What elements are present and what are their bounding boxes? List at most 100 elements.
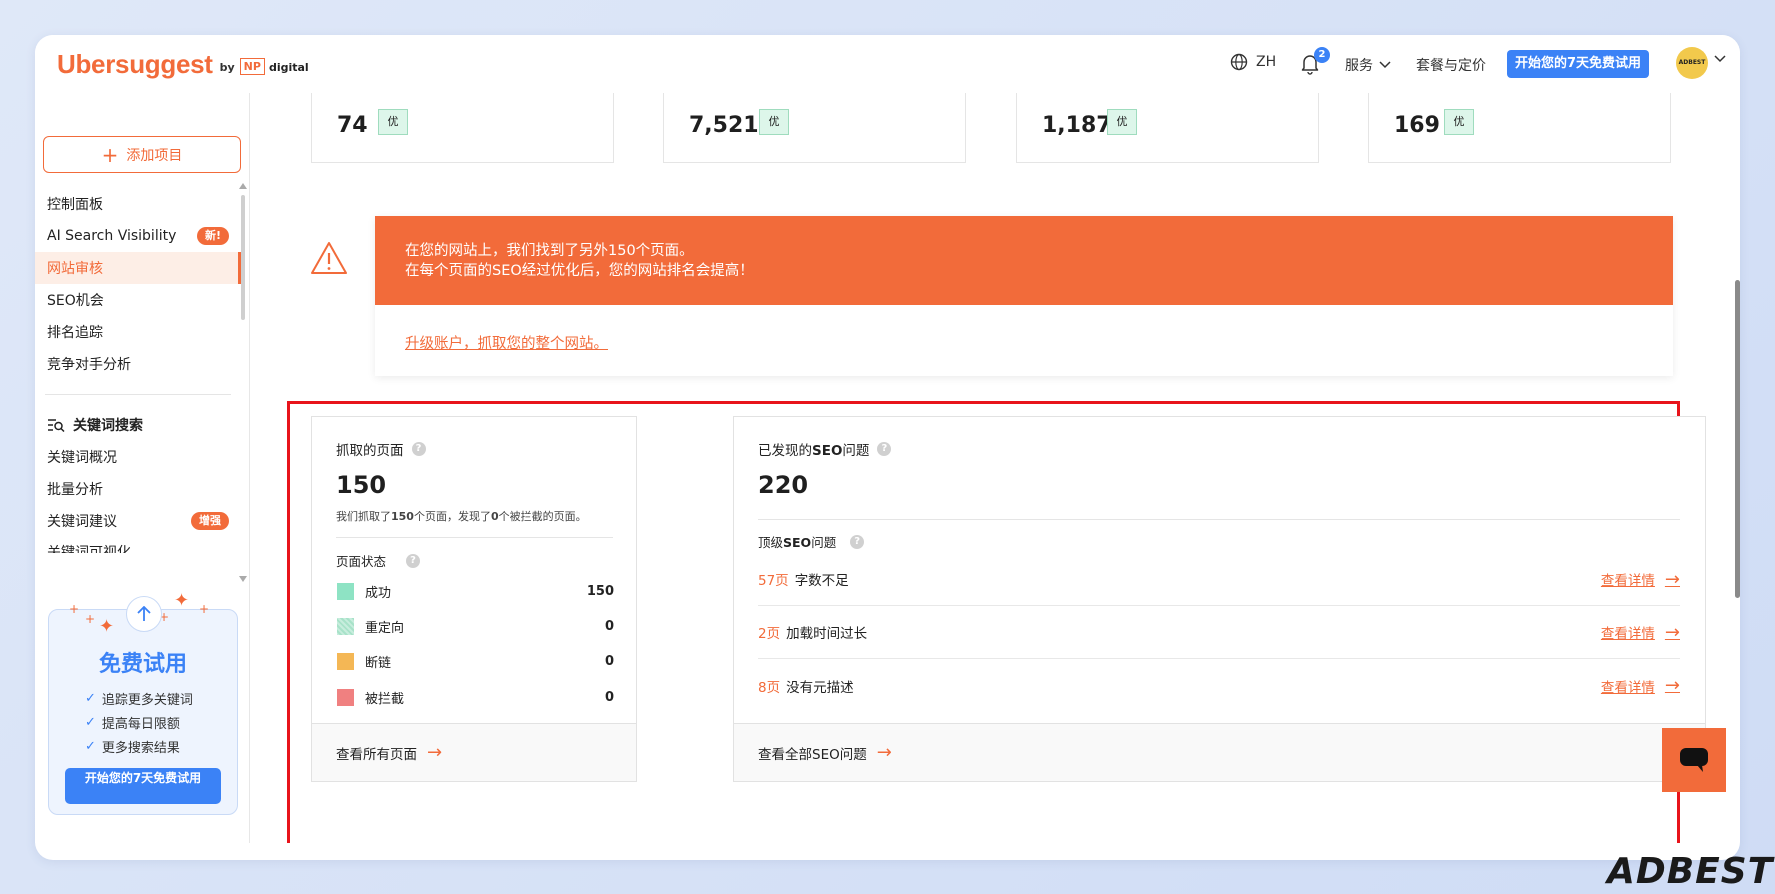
issue-count: 8页 xyxy=(758,679,781,696)
issue-row: 57页 字数不足 查看详情 → xyxy=(758,553,1680,606)
sidebar-item-keyword-visualization[interactable]: 关键词可视化 xyxy=(35,537,241,553)
link-label: 查看详情 xyxy=(1600,626,1655,642)
crawled-pages-card: 抓取的页面 ? 150 我们抓取了150个页面，发现了0个被拦截的页面。 页面状… xyxy=(311,416,637,782)
ubersuggest-logo[interactable]: Ubersuggest by NP digital xyxy=(57,49,309,80)
status-title-label: 页面状态 xyxy=(336,554,387,569)
view-details-link[interactable]: 查看详情 → xyxy=(1601,675,1680,696)
sidebar-item-label: 关键词概况 xyxy=(47,450,117,466)
view-all-seo-issues-link[interactable]: 查看全部SEO问题 → xyxy=(734,723,1705,781)
status-title: 页面状态 ? xyxy=(336,551,421,570)
logo-np: NP xyxy=(239,58,265,75)
top-issues-title: 顶级SEO问题 ? xyxy=(758,532,865,551)
scroll-down-arrow-icon[interactable] xyxy=(239,576,247,582)
sidebar-item-label: 排名追踪 xyxy=(47,325,103,341)
sidebar-section-keyword-research[interactable]: 关键词搜索 xyxy=(35,409,241,441)
issues-value: 220 xyxy=(758,471,809,499)
status-row-success: 成功 150 xyxy=(337,576,614,606)
desc-text: 个被拦截的页面。 xyxy=(498,510,587,523)
sidebar-item-dashboard[interactable]: 控制面板 xyxy=(35,188,241,220)
good-tag: 优 xyxy=(1444,109,1474,135)
free-trial-card: + ✦ + ✦ + + 免费试用 ✓ 追踪更多关键词 ✓ 提高每日限额 ✓ 更多搜索结… xyxy=(48,590,238,815)
keyword-search-icon xyxy=(48,419,65,432)
arrow-right-icon: → xyxy=(876,742,892,763)
start-trial-button[interactable]: 开始您的7天免费试用 xyxy=(1507,50,1650,78)
title-text: 问题 xyxy=(811,535,837,550)
notification-badge: 2 xyxy=(1314,47,1330,63)
crawled-description: 我们抓取了150个页面，发现了0个被拦截的页面。 xyxy=(336,508,587,524)
sidebar-item-site-audit[interactable]: 网站审核 xyxy=(35,252,241,284)
card-title: 抓取的页面 ? xyxy=(336,439,426,459)
view-details-link[interactable]: 查看详情 → xyxy=(1601,622,1680,643)
logo-digital: digital xyxy=(268,60,309,74)
sidebar: + 添加项目 控制面板 AI Search Visibility 新! 网站审核… xyxy=(35,93,250,843)
sidebar-item-bulk-analysis[interactable]: 批量分析 xyxy=(35,473,241,505)
feature-item: ✓ 追踪更多关键词 xyxy=(85,686,193,710)
alert-banner: 在您的网站上，我们找到了另外150个页面。 在每个页面的SEO经过优化后，您的网… xyxy=(375,216,1673,305)
status-label: 被拦截 xyxy=(365,691,405,707)
issue-count: 2页 xyxy=(758,626,781,642)
help-icon[interactable]: ? xyxy=(877,442,892,456)
link-label: 查看详情 xyxy=(1600,679,1655,696)
warning-icon xyxy=(311,242,347,274)
status-row-broken: 断链 0 xyxy=(337,646,614,676)
status-label: 成功 xyxy=(365,585,392,601)
good-tag: 优 xyxy=(378,109,408,135)
sidebar-item-competitor-analysis[interactable]: 竞争对手分析 xyxy=(35,348,241,380)
enhanced-badge: 增强 xyxy=(191,512,229,530)
title-bold: SEO xyxy=(812,443,843,459)
plus-icon: + xyxy=(101,142,119,167)
logo-by: by xyxy=(219,61,235,74)
stat-value: 7,521 xyxy=(689,113,759,138)
sidebar-item-seo-opportunities[interactable]: SEO机会 xyxy=(35,284,241,316)
status-count: 0 xyxy=(604,618,614,634)
logo-word: Ubersuggest xyxy=(57,49,213,79)
sparkle-icon: + xyxy=(199,602,210,616)
sidebar-divider xyxy=(45,394,231,395)
title-text: 问题 xyxy=(842,443,870,459)
avatar[interactable]: ADBEST xyxy=(1676,47,1708,79)
view-all-pages-link[interactable]: 查看所有页面 → xyxy=(312,723,636,781)
help-icon[interactable]: ? xyxy=(411,442,426,456)
sidebar-item-label: 批量分析 xyxy=(47,482,103,498)
services-menu[interactable]: 服务 xyxy=(1345,55,1391,75)
view-details-link[interactable]: 查看详情 → xyxy=(1601,569,1680,590)
check-icon: ✓ xyxy=(85,690,96,706)
chevron-down-icon xyxy=(1379,61,1391,69)
desc-number: 150 xyxy=(391,510,414,523)
add-project-button[interactable]: + 添加项目 xyxy=(43,136,241,173)
help-icon[interactable]: ? xyxy=(850,534,865,549)
notifications-button[interactable]: 2 xyxy=(1300,47,1330,77)
title-bold: SEO xyxy=(783,535,812,550)
check-icon: ✓ xyxy=(85,738,96,754)
pricing-link[interactable]: 套餐与定价 xyxy=(1416,55,1486,75)
sidebar-item-rank-tracking[interactable]: 排名追踪 xyxy=(35,316,241,348)
legend-swatch xyxy=(337,652,354,670)
issues-title: 已发现的SEO问题 xyxy=(758,439,869,459)
good-tag: 优 xyxy=(1107,109,1137,135)
sidebar-item-label: 竞争对手分析 xyxy=(47,357,131,373)
watermark-logo: ADBEST xyxy=(1607,851,1774,892)
sidebar-scrollbar[interactable] xyxy=(241,195,245,320)
alert-line-2: 在每个页面的SEO经过优化后，您的网站排名会提高！ xyxy=(405,263,754,279)
upgrade-link[interactable]: 升级账户，抓取您的整个网站。 xyxy=(405,332,608,353)
chat-button[interactable] xyxy=(1662,728,1726,792)
language-selector[interactable]: ZH xyxy=(1230,53,1276,71)
sidebar-item-keyword-ideas[interactable]: 关键词建议 增强 xyxy=(35,505,241,537)
trial-start-button[interactable]: 开始您的7天免费试用 xyxy=(65,768,221,804)
main-scrollbar[interactable] xyxy=(1735,280,1740,598)
section-label: 关键词搜索 xyxy=(73,418,143,434)
divider xyxy=(336,537,613,538)
status-count: 0 xyxy=(604,689,614,705)
footer-label: 查看全部SEO问题 xyxy=(758,746,867,763)
scroll-up-arrow-icon[interactable] xyxy=(239,183,247,189)
chevron-down-icon[interactable] xyxy=(1714,55,1726,63)
globe-icon xyxy=(1230,53,1248,71)
feature-label: 提高每日限额 xyxy=(101,716,180,732)
sidebar-item-keyword-overview[interactable]: 关键词概况 xyxy=(35,441,241,473)
help-icon[interactable]: ? xyxy=(406,553,421,568)
feature-label: 追踪更多关键词 xyxy=(101,692,193,708)
main-content: 74 优 7,521 优 1,187 优 169 优 在您的网站上，我们找到了另… xyxy=(250,93,1740,843)
trial-features: ✓ 追踪更多关键词 ✓ 提高每日限额 ✓ 更多搜索结果 xyxy=(85,686,193,758)
sidebar-item-ai-search-visibility[interactable]: AI Search Visibility 新! xyxy=(35,220,241,252)
stat-value: 1,187 xyxy=(1042,113,1112,138)
